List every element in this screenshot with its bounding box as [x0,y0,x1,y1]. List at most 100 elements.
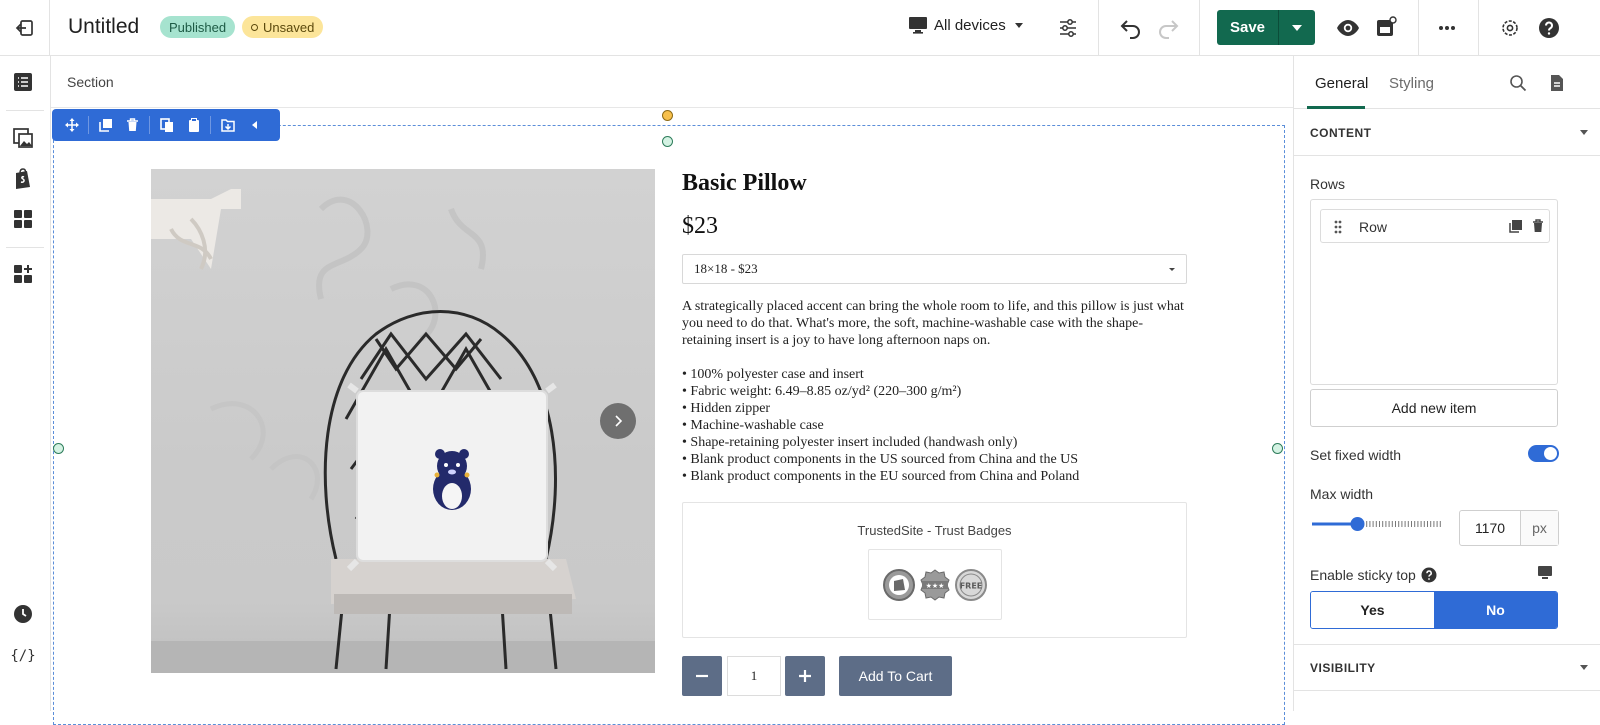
history-button[interactable] [11,602,35,626]
max-width-input[interactable]: 1170 px [1459,510,1559,546]
variant-select[interactable]: 18×18 - $23 [682,254,1187,284]
grid-icon [14,210,32,228]
settings-sliders-button[interactable] [1056,16,1080,40]
next-image-button[interactable] [600,403,636,439]
toolbar-divider [210,116,211,134]
templates-button[interactable] [11,207,35,231]
tab-styling[interactable]: Styling [1389,75,1434,92]
fixed-width-label: Set fixed width [1310,447,1402,463]
code-braces-icon: {/} [10,648,36,664]
svg-text:★★★: ★★★ [926,582,945,590]
product-price: $23 [682,213,718,239]
divider [1098,0,1099,56]
divider [1294,690,1600,691]
caret-left-icon [251,121,257,129]
divider [6,110,44,111]
max-width-label: Max width [1310,486,1374,502]
free-shipping-badge-icon: FREE [955,568,987,601]
spacing-handle-top[interactable] [662,110,673,121]
drag-handle-icon[interactable] [1334,220,1342,234]
sticky-yes-option[interactable]: Yes [1311,592,1434,628]
copy-button[interactable] [153,109,180,141]
max-width-value[interactable]: 1170 [1460,511,1521,545]
save-options-button[interactable] [1279,10,1315,45]
resize-handle-right[interactable] [1272,443,1283,454]
sticky-top-segmented-control: Yes No [1310,591,1558,629]
divider [1294,155,1600,156]
quantity-decrease-button[interactable] [682,656,722,696]
more-button[interactable] [1433,14,1461,42]
fixed-width-toggle[interactable] [1528,445,1559,462]
product-title: Basic Pillow [682,170,807,196]
list-item[interactable]: Row [1320,209,1550,243]
divider [1418,0,1419,56]
more-horizontal-icon [1439,26,1455,30]
duplicate-button[interactable] [92,109,119,141]
add-new-item-button[interactable]: Add new item [1310,389,1558,427]
code-button[interactable]: {/} [10,644,36,668]
duplicate-icon[interactable] [1509,220,1522,233]
sticky-no-option[interactable]: No [1434,592,1557,628]
feature-item: • 100% polyester case and insert [682,367,864,382]
shopify-secure-badge-icon [883,568,915,601]
device-selector[interactable]: All devices [908,16,1026,34]
content-section-header[interactable]: CONTENT [1294,110,1600,156]
left-rail: {/} [0,56,51,711]
quantity-increase-button[interactable] [785,656,825,696]
media-button[interactable] [11,126,35,150]
outline-button[interactable] [11,70,35,94]
search-icon[interactable] [1509,74,1527,92]
divider [1199,0,1200,56]
caret-down-icon [1014,23,1023,28]
resize-handle-left[interactable] [53,443,64,454]
page-settings-button[interactable] [1496,14,1524,42]
add-element-button[interactable] [11,262,35,286]
editor-canvas[interactable]: Section Basic Pillow $23 18×18 - $23 A s… [51,56,1293,725]
trust-badges-widget[interactable]: TrustedSite - Trust Badges ★★★ FREE [682,502,1187,638]
collapse-toolbar-button[interactable] [241,109,268,141]
exit-icon [15,20,33,36]
product-image[interactable] [151,169,655,673]
visibility-section-header[interactable]: VISIBILITY [1294,645,1600,691]
preview-button[interactable] [1334,14,1362,42]
exit-button[interactable] [0,0,50,56]
breadcrumb-section[interactable]: Section [67,74,114,90]
slider-thumb[interactable] [1350,517,1365,531]
top-bar: Untitled Published Unsaved All devices S… [0,0,1600,56]
save-as-button[interactable] [214,109,241,141]
help-button[interactable] [1535,14,1563,42]
document-icon[interactable] [1550,74,1564,92]
page-title[interactable]: Untitled [68,15,139,39]
add-to-cart-button[interactable]: Add To Cart [839,656,952,696]
redo-button[interactable] [1154,14,1182,42]
shopify-button[interactable] [11,166,35,190]
chevron-right-icon [615,415,623,427]
redo-icon [1159,20,1179,39]
product-description: A strategically placed accent can bring … [682,299,1184,348]
caret-down-icon [1580,665,1588,670]
desktop-device-icon[interactable] [1537,565,1553,581]
toggle-knob [1544,447,1557,460]
active-tab-indicator [1307,106,1365,109]
save-button[interactable]: Save [1217,10,1279,45]
minus-icon [696,674,708,678]
resize-handle-top[interactable] [662,136,673,147]
help-icon[interactable] [1421,567,1437,583]
toolbar-divider [88,116,89,134]
undo-button[interactable] [1117,14,1145,42]
max-width-slider[interactable] [1310,512,1450,536]
rows-label: Rows [1310,176,1346,192]
visibility-header-label: VISIBILITY [1310,661,1376,675]
unsaved-dot-icon [251,23,258,31]
shopify-bag-icon [16,168,30,189]
toolbar-divider [149,116,150,134]
move-button[interactable] [58,109,85,141]
tab-general[interactable]: General [1315,75,1368,92]
max-width-unit: px [1521,511,1558,545]
publish-button[interactable] [1372,13,1400,41]
trash-icon[interactable] [1532,219,1544,233]
sticky-top-label: Enable sticky top [1310,567,1416,583]
paste-button[interactable] [180,109,207,141]
quantity-input[interactable]: 1 [727,656,781,696]
delete-button[interactable] [119,109,146,141]
